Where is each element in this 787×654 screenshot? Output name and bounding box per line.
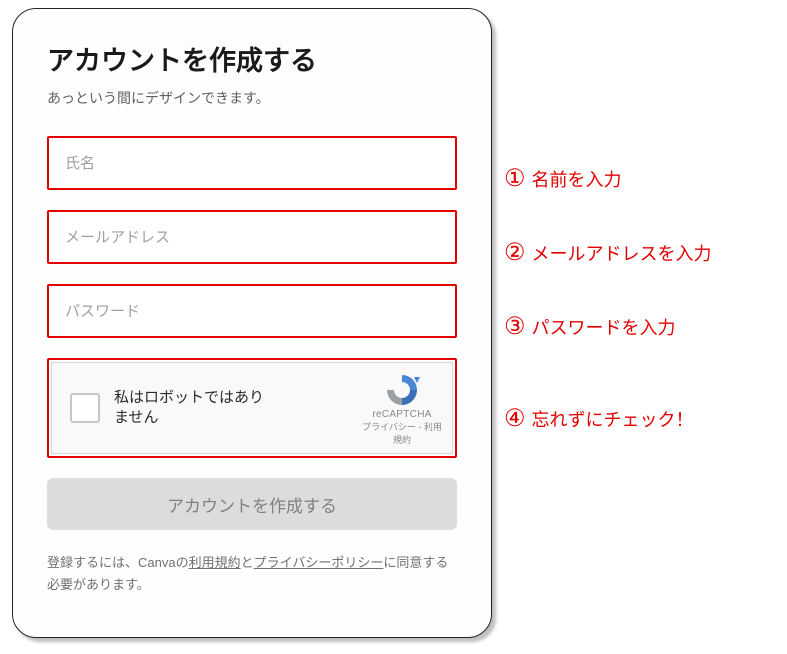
annotation-1: ① 名前を入力 (504, 164, 622, 193)
recaptcha-icon (384, 373, 420, 407)
annotation-4-num: ④ (504, 404, 526, 433)
annotation-4-text: 忘れずにチェック！ (532, 406, 694, 432)
password-input[interactable] (47, 284, 457, 338)
legal-pre: 登録するには、Canvaの (47, 555, 189, 570)
legal-mid: と (241, 555, 254, 570)
annotation-2: ② メールアドレスを入力 (504, 238, 712, 267)
legal-text: 登録するには、Canvaの利用規約とプライバシーポリシーに同意する必要があります… (47, 552, 457, 596)
privacy-link[interactable]: プライバシーポリシー (254, 555, 384, 570)
recaptcha-brand: reCAPTCHA (362, 409, 442, 420)
annotation-4: ④ 忘れずにチェック！ (504, 404, 694, 433)
page-title: アカウントを作成する (47, 39, 457, 78)
annotation-3-num: ③ (504, 312, 526, 341)
email-input[interactable] (47, 210, 457, 264)
recaptcha-widget: 私はロボットではありません reCAPTCHA プライバシー - 利用規約 (47, 358, 457, 458)
annotation-2-num: ② (504, 238, 526, 267)
annotation-3-text: パスワードを入力 (532, 314, 676, 340)
recaptcha-checkbox[interactable] (70, 393, 100, 423)
recaptcha-inner: 私はロボットではありません reCAPTCHA プライバシー - 利用規約 (51, 362, 453, 454)
page-subtitle: あっという間にデザインできます。 (47, 88, 457, 108)
recaptcha-links[interactable]: プライバシー - 利用規約 (362, 420, 442, 446)
annotation-1-text: 名前を入力 (532, 166, 622, 192)
annotation-3: ③ パスワードを入力 (504, 312, 676, 341)
create-account-button[interactable]: アカウントを作成する (47, 478, 457, 530)
annotation-2-text: メールアドレスを入力 (532, 240, 712, 266)
recaptcha-label: 私はロボットではありません (114, 388, 274, 429)
terms-link[interactable]: 利用規約 (189, 555, 241, 570)
name-input[interactable] (47, 136, 457, 190)
annotation-1-num: ① (504, 164, 526, 193)
recaptcha-logo-block: reCAPTCHA プライバシー - 利用規約 (362, 373, 442, 446)
signup-panel: アカウントを作成する あっという間にデザインできます。 私はロボットではありませ… (12, 8, 492, 638)
